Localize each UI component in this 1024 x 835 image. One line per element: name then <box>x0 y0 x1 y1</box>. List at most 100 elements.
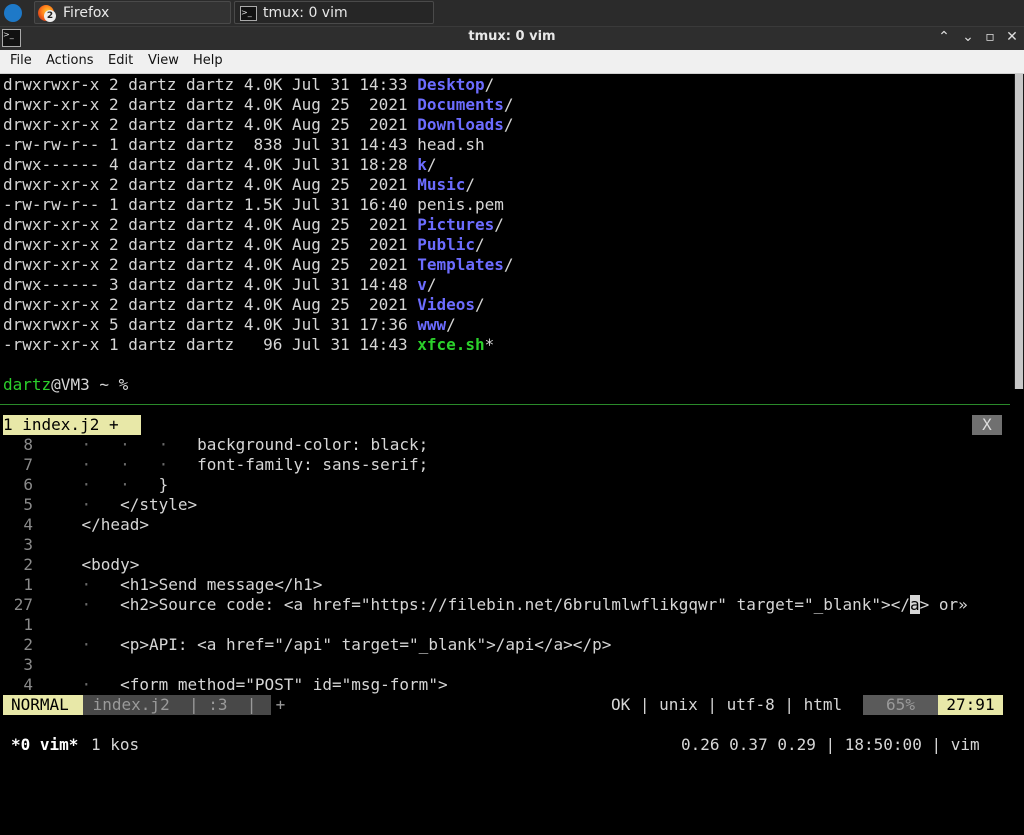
vim-cursor: a <box>909 595 920 614</box>
minimize-icon[interactable]: ⌃ <box>935 29 953 45</box>
ls-filename: Public <box>417 235 476 254</box>
ls-filename: Downloads <box>417 115 504 134</box>
vim-scroll-percent: 65% <box>863 695 938 715</box>
vim-line-number: 2 <box>23 635 33 654</box>
ls-filename: Desktop <box>417 75 485 94</box>
vim-tab-active[interactable]: 1 index.j2 + <box>3 415 141 435</box>
ls-filename: Videos <box>417 295 476 314</box>
vim-line-number: 27 <box>13 595 33 614</box>
ls-meta: drwxrwxr-x 2 dartz dartz 4.0K Jul 31 14:… <box>3 75 418 94</box>
ls-filename: Music <box>417 175 466 194</box>
ls-meta: drwxr-xr-x 2 dartz dartz 4.0K Aug 25 202… <box>3 95 418 114</box>
prompt-user: dartz <box>3 375 52 394</box>
vim-indent-guide <box>43 615 82 634</box>
vim-code-text: <p>API: <a href="/api" target="_blank">/… <box>120 635 612 654</box>
window-count-badge: 2 <box>44 10 56 22</box>
pane-separator <box>0 404 1010 405</box>
ls-meta: drwxr-xr-x 2 dartz dartz 4.0K Aug 25 202… <box>3 295 418 314</box>
close-icon[interactable]: ✕ <box>1003 29 1021 45</box>
ls-filename: Templates <box>417 255 504 274</box>
vim-code-line[interactable]: · · } <box>43 475 169 495</box>
vim-line-number: 3 <box>23 535 33 554</box>
ls-row: drwxr-xr-x 2 dartz dartz 4.0K Aug 25 202… <box>3 255 514 275</box>
vim-code-line[interactable]: <body> <box>43 555 140 575</box>
vim-indent-guide: · <box>43 575 121 594</box>
ls-type-suffix: / <box>494 215 504 234</box>
menu-view[interactable]: View <box>148 53 179 68</box>
maximize-icon[interactable]: ▫ <box>981 29 999 45</box>
ls-filename: xfce.sh <box>417 335 485 354</box>
vim-code-text: <form method="POST" id="msg-form"> <box>120 675 448 694</box>
vim-code-line[interactable]: </head> <box>43 515 149 535</box>
taskbar-item-tmux[interactable]: >_ tmux: 0 vim <box>234 1 434 24</box>
vim-tabline: 1 index.j2 + X <box>3 415 1003 435</box>
vim-code-text: <h2>Source code: <a href="https://filebi… <box>120 595 910 614</box>
ls-row: -rwxr-xr-x 1 dartz dartz 96 Jul 31 14:43… <box>3 335 494 355</box>
tmux-status-right: 0.26 0.37 0.29 | 18:50:00 | vim <box>681 735 980 754</box>
ls-row: drwx------ 4 dartz dartz 4.0K Jul 31 18:… <box>3 155 437 175</box>
vim-statusline: NORMAL index.j2 | :3 | + OK | unix | utf… <box>3 695 1003 715</box>
vim-line-number: 8 <box>23 435 33 454</box>
scrollbar[interactable] <box>1014 74 1024 389</box>
ls-type-suffix: / <box>426 275 437 294</box>
vim-indent-guide: · <box>43 675 121 694</box>
vim-line-number: 1 <box>23 615 33 634</box>
vim-code-line[interactable]: · <h1>Send message</h1> <box>43 575 323 595</box>
vim-code-text: <h1>Send message</h1> <box>120 575 323 594</box>
ls-meta: drwxr-xr-x 2 dartz dartz 4.0K Aug 25 202… <box>3 175 418 194</box>
vim-tab-close[interactable]: X <box>972 415 1002 435</box>
ls-row: drwxrwxr-x 5 dartz dartz 4.0K Jul 31 17:… <box>3 315 456 335</box>
ls-meta: drwxr-xr-x 2 dartz dartz 4.0K Aug 25 202… <box>3 215 418 234</box>
vim-indent-guide: · · · <box>43 435 198 454</box>
window-titlebar[interactable]: >_ tmux: 0 vim ⌃ ⌄ ▫ ✕ <box>0 27 1024 50</box>
scrollbar-thumb[interactable] <box>1015 74 1023 389</box>
shade-icon[interactable]: ⌄ <box>959 29 977 45</box>
ls-meta: drwxrwxr-x 5 dartz dartz 4.0K Jul 31 17:… <box>3 315 418 334</box>
terminal-icon: >_ <box>240 6 257 21</box>
vim-code-line[interactable] <box>43 655 82 675</box>
tmux-window[interactable]: 1 kos <box>91 735 139 755</box>
vim-code-line[interactable]: · </style> <box>43 495 198 515</box>
ls-type-suffix: / <box>475 235 485 254</box>
vim-code-line[interactable] <box>43 535 82 555</box>
ls-row: drwxr-xr-x 2 dartz dartz 4.0K Aug 25 202… <box>3 115 514 135</box>
vim-code-line[interactable]: · <form method="POST" id="msg-form"> <box>43 675 448 695</box>
menu-actions[interactable]: Actions <box>46 53 94 68</box>
vim-code-text: </head> <box>81 515 149 534</box>
terminal-area[interactable]: drwxrwxr-x 2 dartz dartz 4.0K Jul 31 14:… <box>0 74 1024 768</box>
menu-file[interactable]: File <box>10 53 32 68</box>
vim-indent-guide: · <box>43 595 121 614</box>
tmux-window-active[interactable]: *0 vim* <box>11 735 78 755</box>
vim-indent-guide <box>43 535 82 554</box>
menu-edit[interactable]: Edit <box>108 53 133 68</box>
vim-line-number: 5 <box>23 495 33 514</box>
ls-type-suffix: * <box>484 335 495 354</box>
vim-code-line[interactable]: · <h2>Source code: <a href="https://file… <box>43 595 1001 615</box>
vim-line-number: 7 <box>23 455 33 474</box>
vim-code-text: background-color: black; <box>197 435 429 454</box>
taskbar-item-label: Firefox <box>63 5 110 21</box>
ls-type-suffix: / <box>484 75 495 94</box>
ls-meta: drwxr-xr-x 2 dartz dartz 4.0K Aug 25 202… <box>3 235 418 254</box>
ls-row: drwxr-xr-x 2 dartz dartz 4.0K Aug 25 202… <box>3 235 485 255</box>
window-title: tmux: 0 vim <box>468 29 556 44</box>
taskbar-item-firefox[interactable]: 2 Firefox <box>34 1 231 24</box>
vim-code-line[interactable]: · <p>API: <a href="/api" target="_blank"… <box>43 635 612 655</box>
vim-indent-guide <box>43 555 82 574</box>
vim-code-text: <body> <box>81 555 140 574</box>
vim-indent-guide: · <box>43 635 121 654</box>
whisker-menu-icon[interactable] <box>4 4 22 22</box>
ls-filename: k <box>417 155 427 174</box>
vim-file-format: OK | unix | utf-8 | html <box>611 695 843 714</box>
ls-type-suffix: / <box>446 315 456 334</box>
ls-type-suffix: / <box>475 295 485 314</box>
vim-indent-guide: · <box>43 495 121 514</box>
menu-help[interactable]: Help <box>193 53 223 68</box>
vim-line-number: 4 <box>23 675 33 694</box>
vim-indent-guide: · · <box>43 475 159 494</box>
vim-code-line[interactable]: · · · font-family: sans-serif; <box>43 455 429 475</box>
ls-filename: penis.pem <box>417 195 504 214</box>
vim-code-line[interactable] <box>43 615 82 635</box>
vim-code-line[interactable]: · · · background-color: black; <box>43 435 429 455</box>
taskbar-item-label: tmux: 0 vim <box>263 5 348 21</box>
